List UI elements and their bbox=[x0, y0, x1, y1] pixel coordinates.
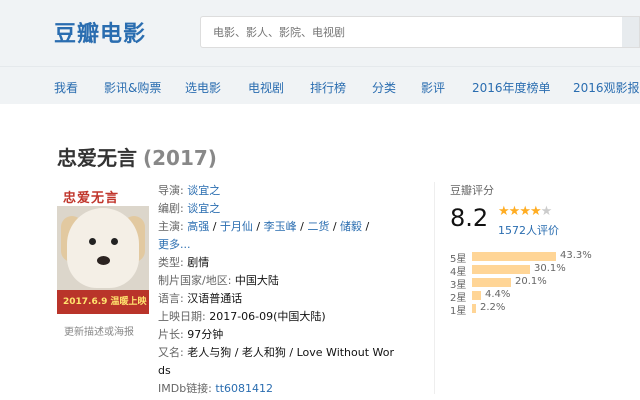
nav-item-showtimes[interactable]: 影讯&购票 bbox=[104, 79, 161, 96]
writer-row: 编剧: 谈宜之 bbox=[158, 200, 220, 218]
star-icon: ★ bbox=[508, 204, 521, 219]
aka-value: 老人与狗 / 老人和狗 / Love Without Wor bbox=[187, 346, 395, 359]
nav-item-chart[interactable]: 排行榜 bbox=[310, 79, 346, 96]
rating-percent: 30.1% bbox=[534, 263, 566, 274]
cast-more-row: 更多... bbox=[158, 236, 191, 254]
aka-value-continued: ds bbox=[158, 364, 171, 377]
director-label: 导演: bbox=[158, 184, 184, 197]
nav-item-explore[interactable]: 选电影 bbox=[185, 79, 221, 96]
nav-item-category[interactable]: 分类 bbox=[372, 79, 396, 96]
site-logo[interactable]: 豆瓣电影 bbox=[54, 16, 146, 48]
release-label: 上映日期: bbox=[158, 310, 206, 323]
rating-percent: 43.3% bbox=[560, 250, 592, 261]
cast-link[interactable]: 储毅 bbox=[340, 220, 362, 233]
rating-percent: 20.1% bbox=[515, 276, 547, 287]
movie-year: (2017) bbox=[143, 146, 217, 170]
rating-label: 豆瓣评分 bbox=[450, 184, 494, 197]
poster-date: 2017.6.9 温暖上映 bbox=[63, 297, 147, 307]
language-value: 汉语普通话 bbox=[187, 292, 243, 305]
aka-row-continued: ds bbox=[158, 362, 171, 380]
nav-item-mine[interactable]: 我看 bbox=[54, 79, 78, 96]
rating-bar bbox=[472, 252, 556, 261]
release-value: 2017-06-09(中国大陆) bbox=[209, 310, 326, 323]
dog-face bbox=[67, 208, 139, 288]
rating-divider bbox=[434, 182, 435, 394]
rating-bar bbox=[472, 291, 481, 300]
cast-label: 主演: bbox=[158, 220, 184, 233]
writer-label: 编剧: bbox=[158, 202, 184, 215]
genre-value: 剧情 bbox=[187, 256, 210, 269]
director-link[interactable]: 谈宜之 bbox=[187, 184, 220, 197]
rating-percent: 2.2% bbox=[480, 302, 506, 313]
director-row: 导演: 谈宜之 bbox=[158, 182, 220, 200]
poster-title: 忠爱无言 bbox=[63, 191, 120, 206]
star-icon: ★ bbox=[529, 204, 542, 219]
nav-item-annual-list[interactable]: 2016年度榜单 bbox=[472, 79, 551, 96]
aka-row: 又名: 老人与狗 / 老人和狗 / Love Without Wor bbox=[158, 344, 394, 362]
cast-row: 主演: 高强 / 于月仙 / 李玉峰 / 二货 / 储毅 / bbox=[158, 220, 370, 233]
runtime-label: 片长: bbox=[158, 328, 184, 341]
language-row: 语言: 汉语普通话 bbox=[158, 290, 242, 308]
cast-link[interactable]: 二货 bbox=[307, 220, 329, 233]
imdb-row: IMDb链接: tt6081412 bbox=[158, 380, 273, 398]
search-input[interactable] bbox=[201, 17, 622, 47]
rating-percent: 4.4% bbox=[485, 289, 511, 300]
rating-bar bbox=[472, 265, 530, 274]
update-description-link[interactable]: 更新描述或海报 bbox=[64, 323, 134, 338]
language-label: 语言: bbox=[158, 292, 184, 305]
rating-stars: ★★★★★ bbox=[498, 204, 553, 219]
nav-bar: 我看 影讯&购票 选电影 电视剧 排行榜 分类 影评 2016年度榜单 2016… bbox=[0, 66, 640, 104]
nav-item-tv[interactable]: 电视剧 bbox=[248, 79, 284, 96]
top-header: 豆瓣电影 bbox=[0, 0, 640, 66]
nav-item-review[interactable]: 影评 bbox=[421, 79, 445, 96]
search-box[interactable] bbox=[200, 16, 622, 48]
star-empty-icon: ★ bbox=[540, 204, 553, 219]
movie-title: 忠爱无言 bbox=[57, 146, 137, 170]
page-title: 忠爱无言 (2017) bbox=[57, 142, 217, 171]
rating-bar bbox=[472, 304, 476, 313]
imdb-label: IMDb链接: bbox=[158, 382, 212, 395]
star-icon: ★ bbox=[519, 204, 531, 219]
release-row: 上映日期: 2017-06-09(中国大陆) bbox=[158, 308, 326, 326]
runtime-value: 97分钟 bbox=[187, 328, 224, 341]
search-button[interactable] bbox=[622, 16, 640, 48]
genre-label: 类型: bbox=[158, 256, 184, 269]
nav-item-annual-report[interactable]: 2016观影报告 bbox=[573, 79, 640, 96]
cast-link[interactable]: 李玉峰 bbox=[264, 220, 297, 233]
imdb-link[interactable]: tt6081412 bbox=[215, 382, 273, 395]
cast-link[interactable]: 于月仙 bbox=[220, 220, 253, 233]
cast-link[interactable]: 高强 bbox=[187, 220, 209, 233]
aka-label: 又名: bbox=[158, 346, 184, 359]
country-row: 制片国家/地区: 中国大陆 bbox=[158, 272, 279, 290]
dog-nose bbox=[97, 256, 110, 265]
rating-score: 8.2 bbox=[450, 204, 489, 232]
runtime-row: 片长: 97分钟 bbox=[158, 326, 223, 344]
dog-eye-right bbox=[111, 238, 118, 245]
writer-link[interactable]: 谈宜之 bbox=[187, 202, 220, 215]
country-value: 中国大陆 bbox=[234, 274, 279, 287]
rating-count-link[interactable]: 1572人评价 bbox=[498, 222, 559, 238]
country-label: 制片国家/地区: bbox=[158, 274, 232, 287]
genre-row: 类型: 剧情 bbox=[158, 254, 209, 272]
rating-bar bbox=[472, 278, 511, 287]
rating-star-label: 1星 bbox=[450, 306, 467, 317]
star-icon: ★ bbox=[498, 204, 510, 219]
cast-more-link[interactable]: 更多... bbox=[158, 238, 191, 251]
dog-eye-left bbox=[89, 238, 96, 245]
movie-poster[interactable]: 忠爱无言 2017.6.9 温暖上映 bbox=[57, 184, 149, 314]
